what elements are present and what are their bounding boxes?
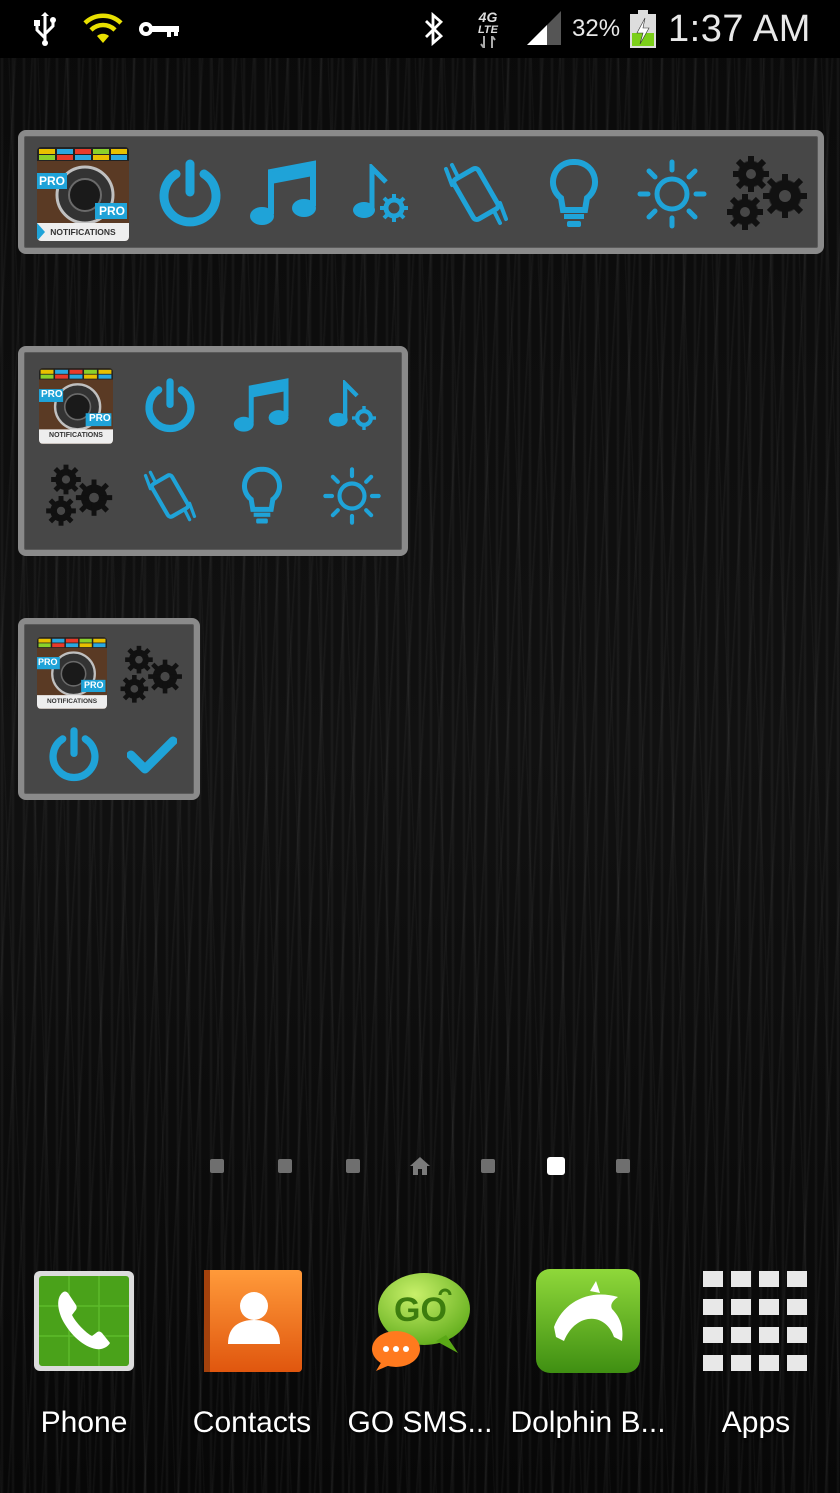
- brightness-sun-icon[interactable]: [314, 456, 390, 536]
- home-page-icon[interactable]: [409, 1156, 431, 1181]
- dock-item-phone[interactable]: Phone: [0, 1266, 168, 1440]
- dock-label: Phone: [40, 1406, 128, 1439]
- notification-widget-large: PRO PRO NOTIFICATIONS: [18, 130, 824, 254]
- notification-widget-medium: PRO PRO NOTIFICATIONS: [18, 346, 408, 556]
- usb-icon: [30, 0, 60, 58]
- ringtone-settings-icon[interactable]: [342, 146, 418, 242]
- vibrate-icon[interactable]: [132, 456, 208, 536]
- settings-gears-icon[interactable]: [722, 146, 814, 242]
- page-indicator[interactable]: [0, 1154, 840, 1178]
- dock-item-dolphin-browser[interactable]: Dolphin B...: [504, 1266, 672, 1440]
- page-dot[interactable]: [210, 1159, 224, 1173]
- checkmark-icon[interactable]: [116, 718, 188, 792]
- ringtone-settings-icon[interactable]: [314, 366, 390, 446]
- notification-widget-small: PRO PRO NOTIFICATIONS: [18, 618, 200, 800]
- dock-item-contacts[interactable]: Contacts: [168, 1266, 336, 1440]
- 4g-lte-icon: 4G LTE: [470, 0, 506, 58]
- settings-gears-icon[interactable]: [40, 456, 120, 536]
- signal-icon: [524, 0, 564, 58]
- app-badge: PRO PRO NOTIFICATIONS: [39, 368, 113, 444]
- clock: 1:37 AM: [668, 8, 811, 50]
- dock-item-go-sms[interactable]: GO GO SMS...: [336, 1266, 504, 1440]
- bluetooth-icon: [420, 0, 448, 58]
- app-badge: PRO PRO NOTIFICATIONS: [37, 147, 129, 241]
- power-icon[interactable]: [152, 146, 228, 242]
- power-icon[interactable]: [36, 718, 112, 792]
- brightness-sun-icon[interactable]: [630, 146, 714, 242]
- app-badge: PRO PRO NOTIFICATIONS: [37, 637, 107, 709]
- app-icon[interactable]: PRO PRO NOTIFICATIONS: [36, 146, 130, 242]
- phone-icon: [29, 1266, 139, 1376]
- music-note-icon[interactable]: [246, 146, 322, 242]
- battery-charging-icon: [626, 0, 660, 58]
- dock-label: Dolphin B...: [510, 1406, 666, 1439]
- status-bar: 4G LTE 32% 1:37 AM: [0, 0, 840, 58]
- power-icon[interactable]: [132, 366, 208, 446]
- app-icon[interactable]: PRO PRO NOTIFICATIONS: [38, 366, 114, 446]
- dock-item-apps[interactable]: Apps: [672, 1266, 840, 1440]
- svg-text:GO: GO: [394, 1291, 447, 1329]
- page-dot[interactable]: [616, 1159, 630, 1173]
- wifi-icon: [80, 0, 126, 58]
- contacts-icon: [197, 1266, 307, 1376]
- music-note-icon[interactable]: [224, 366, 300, 446]
- page-dot[interactable]: [481, 1159, 495, 1173]
- key-icon: [136, 0, 182, 58]
- battery-percent: 32%: [572, 15, 621, 42]
- dock-label: Contacts: [192, 1406, 312, 1439]
- app-icon[interactable]: PRO PRO NOTIFICATIONS: [34, 634, 110, 712]
- go-sms-icon: GO: [365, 1266, 475, 1376]
- settings-gears-icon[interactable]: [114, 638, 190, 712]
- apps-grid-icon: [701, 1266, 811, 1376]
- dolphin-browser-icon: [533, 1266, 643, 1376]
- flashlight-bulb-icon[interactable]: [224, 456, 300, 536]
- page-dot[interactable]: [346, 1159, 360, 1173]
- page-dot[interactable]: [278, 1159, 292, 1173]
- dock-label: GO SMS...: [347, 1406, 493, 1439]
- dock-label: Apps: [721, 1406, 791, 1439]
- vibrate-icon[interactable]: [434, 146, 518, 242]
- flashlight-bulb-icon[interactable]: [536, 146, 612, 242]
- page-dot-active[interactable]: [547, 1157, 565, 1175]
